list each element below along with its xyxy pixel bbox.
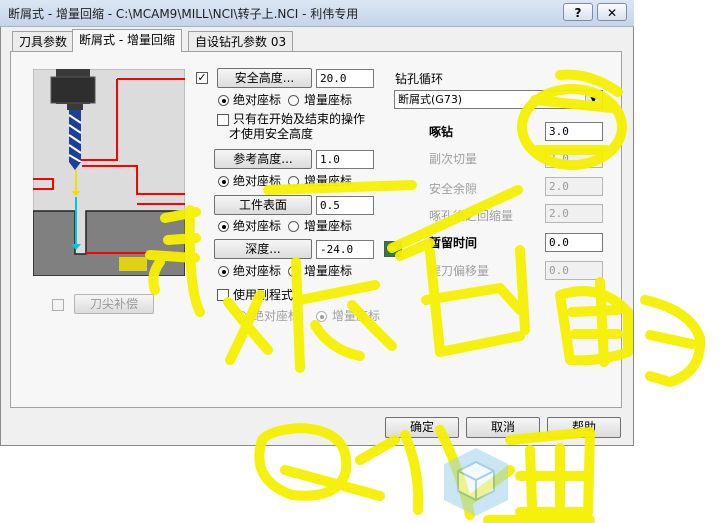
safety-only-start-end-checkbox[interactable] xyxy=(217,114,229,126)
retract-height-button[interactable]: 参考高度... xyxy=(214,149,312,169)
tab-tool-params[interactable]: 刀具参数 xyxy=(12,31,75,51)
tab-peck-incremental[interactable]: 断屑式 - 增量回缩 xyxy=(72,29,182,52)
tip-comp-checkbox[interactable] xyxy=(52,299,64,311)
retract-amount-label: 啄孔後之回缩量 xyxy=(429,209,514,223)
retract-abs-label: 绝对座标 xyxy=(233,174,282,188)
depth-abs-label: 绝对座标 xyxy=(233,264,282,278)
safety-height-input[interactable]: 20.0 xyxy=(316,69,374,88)
chevron-down-icon[interactable]: ▼ xyxy=(585,92,601,107)
retract-inc-radio[interactable] xyxy=(288,176,299,187)
peck-label: 啄钻 xyxy=(429,125,454,139)
tab-custom-drill-params[interactable]: 自设钻孔参数 03 xyxy=(188,31,294,51)
safety-inc-radio[interactable] xyxy=(288,95,299,106)
title-bar[interactable]: 断屑式 - 增量回缩 - C:\MCAM9\MILL\NCI\转子上.NCI -… xyxy=(0,0,634,27)
peck-input[interactable]: 3.0 xyxy=(545,122,603,141)
subprogram-checkbox[interactable] xyxy=(217,289,229,301)
drill-illustration xyxy=(33,69,185,276)
close-title-button[interactable]: ✕ xyxy=(597,3,627,21)
drill-cycle-select[interactable]: 断屑式(G73) ▼ xyxy=(394,90,603,109)
depth-abs-radio[interactable] xyxy=(218,266,229,277)
depth-button[interactable]: 深度... xyxy=(214,239,312,259)
retract-inc-label: 增量座标 xyxy=(304,174,353,188)
safety-inc-label: 增量座标 xyxy=(304,93,353,107)
tip-comp-button[interactable]: 刀尖补偿 xyxy=(74,294,154,314)
help-title-button[interactable]: ? xyxy=(563,3,593,21)
retract-height-input[interactable]: 1.0 xyxy=(316,150,374,169)
ok-button[interactable]: 确定 xyxy=(385,417,459,438)
safety-only-label-1: 只有在开始及结束的操作 xyxy=(233,112,366,126)
top-inc-label: 增量座标 xyxy=(304,219,353,233)
shift-input[interactable]: 0.0 xyxy=(545,261,603,280)
dwell-label: 暂留时间 xyxy=(429,236,478,250)
safety-abs-label: 绝对座标 xyxy=(233,93,282,107)
top-inc-radio[interactable] xyxy=(288,221,299,232)
dwell-input[interactable]: 0.0 xyxy=(545,233,603,252)
top-of-stock-input[interactable]: 0.5 xyxy=(316,196,374,215)
shift-label: 提刀偏移量 xyxy=(429,264,490,278)
safety-height-checkbox[interactable]: ✓ xyxy=(196,72,208,84)
peck-clearance-input[interactable]: 2.0 xyxy=(545,177,603,196)
peck-clearance-label: 安全余隙 xyxy=(429,182,478,196)
sub-inc-label: 增量座标 xyxy=(332,309,381,323)
top-of-stock-button[interactable]: 工件表面 xyxy=(214,195,312,215)
top-abs-label: 绝对座标 xyxy=(233,219,282,233)
window-title: 断屑式 - 增量回缩 - C:\MCAM9\MILL\NCI\转子上.NCI -… xyxy=(8,7,359,21)
sub-abs-label: 绝对座标 xyxy=(252,309,301,323)
top-abs-radio[interactable] xyxy=(218,221,229,232)
depth-inc-radio[interactable] xyxy=(288,266,299,277)
subprogram-label: 使用副程式 xyxy=(233,288,294,302)
safety-abs-radio[interactable] xyxy=(218,95,229,106)
help-button[interactable]: 帮助 xyxy=(547,417,621,438)
sub-peck-label: 副次切量 xyxy=(429,152,478,166)
retract-amount-input[interactable]: 2.0 xyxy=(545,204,603,223)
safety-only-label-2: 才使用安全高度 xyxy=(229,127,314,141)
drill-cycle-label: 钻孔循环 xyxy=(395,72,444,86)
calculator-icon[interactable] xyxy=(384,241,402,257)
depth-inc-label: 增量座标 xyxy=(304,264,353,278)
cancel-button[interactable]: 取消 xyxy=(466,417,540,438)
sub-inc-radio[interactable] xyxy=(316,311,327,322)
depth-input[interactable]: -24.0 xyxy=(316,240,374,259)
sub-abs-radio[interactable] xyxy=(236,311,247,322)
safety-height-button[interactable]: 安全高度... xyxy=(217,68,312,88)
retract-abs-radio[interactable] xyxy=(218,176,229,187)
drill-cycle-value: 断屑式(G73) xyxy=(398,93,463,106)
sub-peck-input[interactable]: 2.0 xyxy=(545,149,603,168)
